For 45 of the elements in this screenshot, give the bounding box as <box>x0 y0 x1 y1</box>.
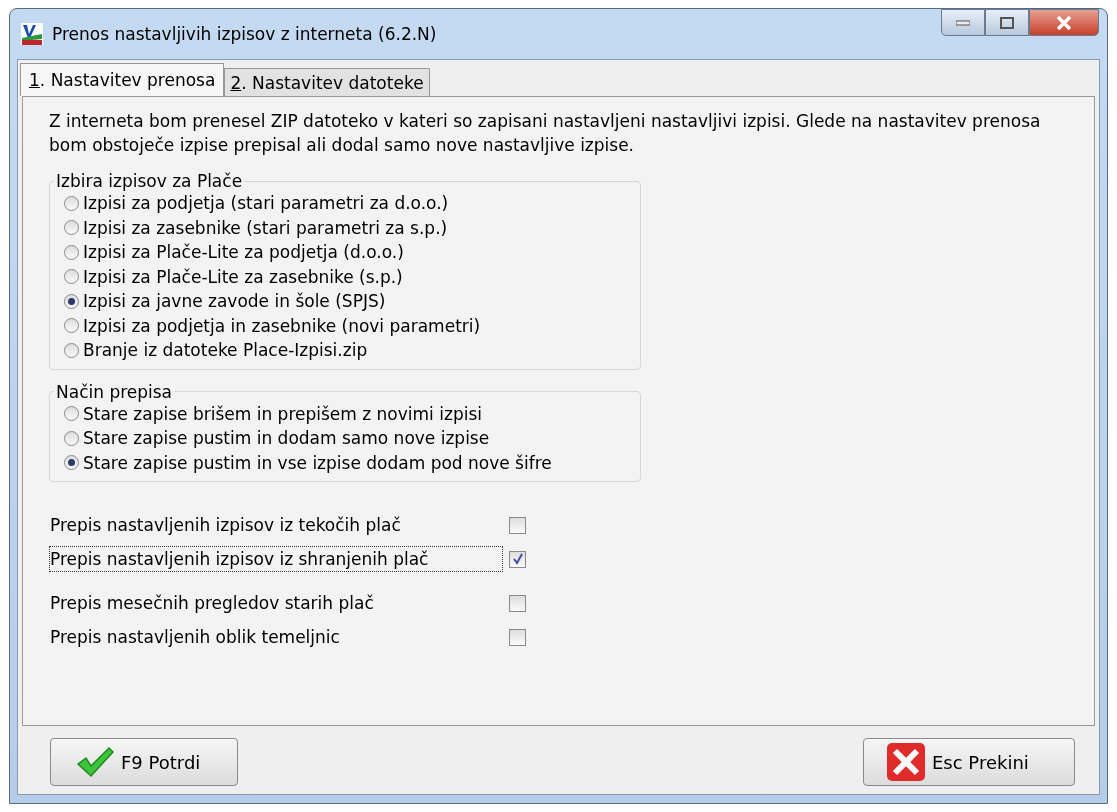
radio-label[interactable]: Izpisi za podjetja in zasebnike (novi parametri) <box>83 315 481 336</box>
maximize-icon <box>1000 16 1014 29</box>
radio-label[interactable]: Stare zapise brišem in prepišem z novimi izpisi <box>83 403 482 424</box>
radio-label[interactable]: Izpisi za javne zavode in šole (SPJS) <box>83 291 386 312</box>
checkbox[interactable] <box>509 594 526 612</box>
radio-button[interactable] <box>64 220 79 236</box>
radio-label[interactable]: Izpisi za podjetja (stari parametri za d.o.o.) <box>83 193 449 214</box>
radio-label[interactable]: Branje iz datoteke Place-Izpisi.zip <box>83 340 368 361</box>
radio-button[interactable] <box>64 195 79 211</box>
tab[interactable]: 1. Nastavitev prenosa <box>20 63 225 96</box>
dialog-button[interactable]: Esc Prekini <box>863 738 1075 786</box>
dialog-button[interactable]: F9 Potrdi <box>50 738 238 786</box>
app-logo-icon <box>20 22 44 46</box>
radio-button[interactable] <box>64 318 79 334</box>
radio-button[interactable] <box>64 269 79 285</box>
tab[interactable]: 2. Nastavitev datoteke <box>224 68 430 96</box>
radio-button[interactable] <box>64 244 79 260</box>
window-title: Prenos nastavljivih izpisov z interneta (6.2.N) <box>52 24 437 44</box>
radio-button[interactable] <box>64 430 79 446</box>
radio-label[interactable]: Izpisi za zasebnike (stari parametri za s.p.) <box>83 217 448 238</box>
radio-label[interactable]: Izpisi za Plače-Lite za podjetja (d.o.o.) <box>83 242 404 263</box>
radio-button[interactable] <box>64 342 79 358</box>
intro-text: Z interneta bom prenesel ZIP datoteko v kateri so zapisani nastavljeni nastavljivi izpisi. Glede na nastavitev prenosa bom obstoječe izpise prepisal ali dodal samo nove nastavljive izpise. <box>49 110 1042 157</box>
check-icon <box>75 746 115 778</box>
radio-button[interactable] <box>64 406 79 422</box>
checkbox[interactable] <box>509 628 526 646</box>
maximize-button[interactable] <box>985 9 1029 36</box>
checkbox-label[interactable]: Prepis nastavljenih oblik temeljnic <box>49 624 503 650</box>
radio-label[interactable]: Izpisi za Plače-Lite za zasebnike (s.p.) <box>83 266 403 287</box>
checkbox[interactable] <box>509 516 526 534</box>
group-title: Izbira izpisov za Plače <box>55 171 244 191</box>
radio-label[interactable]: Stare zapise pustim in dodam samo nove izpise <box>83 428 490 449</box>
minimize-icon <box>956 19 970 26</box>
radio-button[interactable] <box>64 455 79 471</box>
checkbox[interactable] <box>509 550 526 568</box>
close-icon <box>886 742 926 782</box>
minimize-button[interactable] <box>941 9 985 36</box>
group-title: Način prepisa <box>55 381 174 402</box>
radio-label[interactable]: Stare zapise pustim in vse izpise dodam pod nove šifre <box>83 452 552 473</box>
checkbox-label[interactable]: Prepis nastavljenih izpisov iz tekočih plač <box>49 512 503 538</box>
radio-button[interactable] <box>64 293 79 309</box>
checkbox-label[interactable]: Prepis mesečnih pregledov starih plač <box>49 590 503 616</box>
close-button[interactable] <box>1029 9 1099 36</box>
checkbox-label[interactable]: Prepis nastavljenih izpisov iz shranjenih plač <box>49 546 503 572</box>
close-icon <box>1056 15 1072 30</box>
